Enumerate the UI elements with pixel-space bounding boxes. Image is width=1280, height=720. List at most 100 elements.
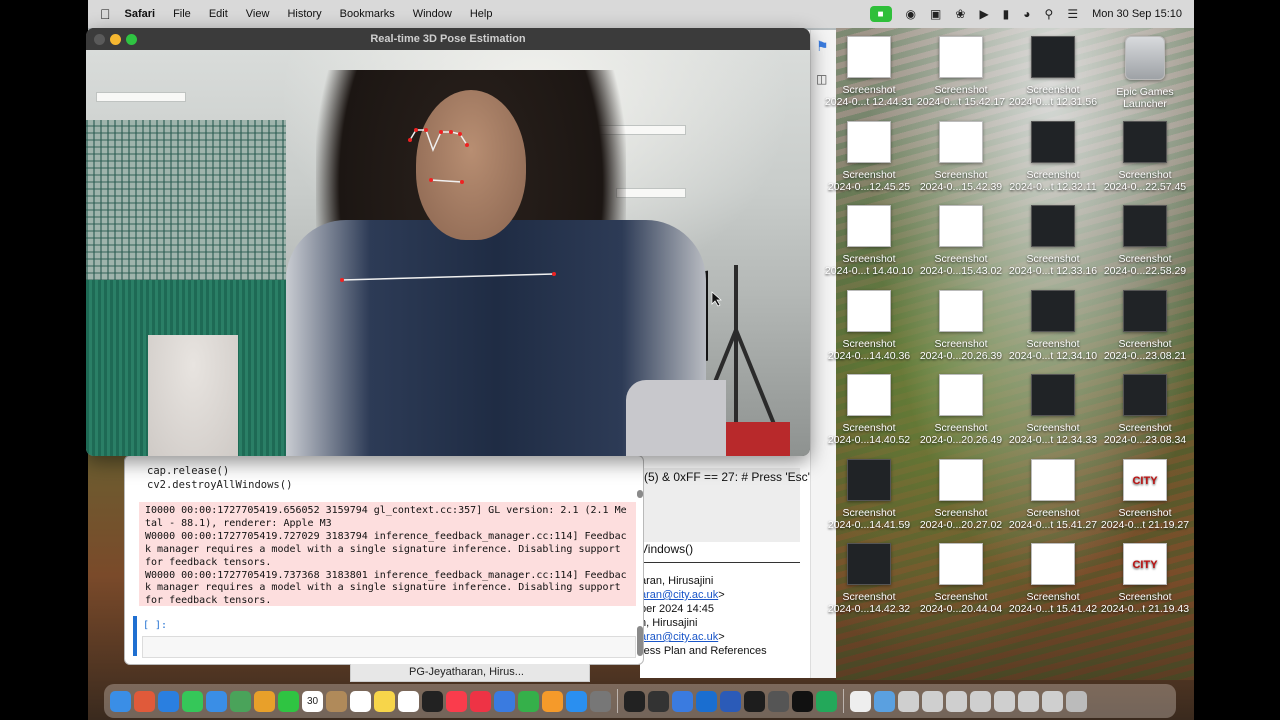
active-cell-indicator: [133, 616, 137, 656]
dock-app-photos-icon[interactable]: [254, 690, 275, 712]
dock-app-folder-icon[interactable]: [946, 690, 967, 712]
dock-app-music-icon[interactable]: [446, 690, 467, 712]
dock-app-circle-icon[interactable]: [816, 690, 837, 712]
desktop-file-icon[interactable]: Screenshot 2024-0...12.45.25: [822, 120, 916, 193]
dock-app-reminders-icon[interactable]: [350, 690, 371, 712]
dock-app-system-settings-icon[interactable]: [590, 690, 611, 712]
dock-app-bin-icon[interactable]: [1066, 690, 1087, 712]
menu-history[interactable]: History: [287, 8, 321, 20]
menu-bookmarks[interactable]: Bookmarks: [340, 8, 395, 20]
zoom-button[interactable]: [126, 34, 137, 45]
dock-app-pages-icon[interactable]: [542, 690, 563, 712]
dock-app-maps-icon[interactable]: [230, 690, 251, 712]
dock-app-folder-icon[interactable]: [970, 690, 991, 712]
desktop-file-icon[interactable]: Screenshot 2024-0...23.08.34: [1098, 374, 1192, 446]
desktop-file-icon[interactable]: Screenshot 2024-0...22.58.29: [1098, 205, 1192, 277]
file-thumbnail: [1031, 120, 1075, 163]
dock-app-app-store-icon[interactable]: [566, 690, 587, 712]
menu-app-name[interactable]: Safari: [125, 8, 156, 20]
dock-app-contacts-icon[interactable]: [326, 690, 347, 712]
dock-app-calendar-icon[interactable]: 30: [302, 690, 323, 712]
dock-app-epic-games-icon[interactable]: [792, 690, 813, 712]
desktop-file-icon[interactable]: Screenshot 2024-0...23.08.21: [1098, 289, 1192, 362]
menu-help[interactable]: Help: [470, 8, 493, 20]
menu-window[interactable]: Window: [413, 8, 452, 20]
desktop-file-icon[interactable]: Screenshot 2024-0...t 12.44.31: [822, 36, 916, 108]
window-tab-label[interactable]: PG-Jeyatharan, Hirus...: [350, 664, 590, 682]
desktop-file-icon[interactable]: Screenshot 2024-0...14.40.36: [822, 289, 916, 362]
email-link[interactable]: aran@city.ac.uk: [640, 631, 718, 643]
apple-menu-icon[interactable]: : [100, 6, 111, 22]
minimize-button[interactable]: [110, 34, 121, 45]
desktop-file-icon[interactable]: Screenshot 2024-0...20.26.39: [914, 289, 1008, 362]
menu-file[interactable]: File: [173, 8, 191, 20]
desktop-file-icon[interactable]: Screenshot 2024-0...14.42.32: [822, 543, 916, 615]
dock-app-code-icon[interactable]: [744, 690, 765, 712]
dock-app-keynote-icon[interactable]: [494, 690, 515, 712]
dock-app-folder-icon[interactable]: [1042, 690, 1063, 712]
shoulder-line: [341, 273, 555, 281]
dock-app-outlook-icon[interactable]: [696, 690, 717, 712]
dock-app-terminal-icon[interactable]: [624, 690, 645, 712]
screenshot-icon[interactable]: ▣: [930, 7, 941, 21]
dock-app-folder-icon[interactable]: [922, 690, 943, 712]
dock-app-numbers-icon[interactable]: [518, 690, 539, 712]
camera-indicator-icon[interactable]: ■: [869, 6, 892, 22]
desktop-file-icon[interactable]: CITY Screenshot 2024-0...t 21.19.27: [1098, 458, 1192, 531]
desktop-file-icon[interactable]: Screenshot 2024-0...14.40.52: [822, 374, 916, 446]
desktop-file-icon[interactable]: Screenshot 2024-0...t 14.40.10: [822, 205, 916, 277]
dock-app-folder-icon[interactable]: [898, 690, 919, 712]
desktop-file-icon[interactable]: Screenshot 2024-0...t 12.32.11: [1006, 120, 1100, 193]
scrollbar-thumb[interactable]: [637, 490, 643, 498]
scrollbar-thumb[interactable]: [637, 626, 643, 656]
desktop-file-icon[interactable]: Screenshot 2024-0...14.41.59: [822, 458, 916, 531]
menu-datetime[interactable]: Mon 30 Sep 15:10: [1092, 8, 1182, 20]
dock-app-unity-icon[interactable]: [648, 690, 669, 712]
dock-app-word-icon[interactable]: [720, 690, 741, 712]
desktop-file-icon[interactable]: Screenshot 2024-0...t 12.34.10: [1006, 289, 1100, 362]
dock-app-freeform-icon[interactable]: [398, 690, 419, 712]
menu-view[interactable]: View: [246, 8, 270, 20]
desktop-file-icon[interactable]: CITY Screenshot 2024-0...t 21.19.43: [1098, 543, 1192, 615]
desktop-file-icon[interactable]: Screenshot 2024-0...15.43.02: [914, 205, 1008, 277]
desktop-file-icon[interactable]: Screenshot 2024-0...t 12.34.33: [1006, 374, 1100, 446]
dock-app-downloads-icon[interactable]: [874, 690, 895, 712]
battery-icon[interactable]: ▮: [1003, 7, 1010, 21]
dock-app-folder-icon[interactable]: [1018, 690, 1039, 712]
dock-app-document-icon[interactable]: [850, 690, 871, 712]
search-icon[interactable]: ⚲: [1045, 7, 1054, 21]
control-center-icon[interactable]: ☰: [1067, 7, 1078, 21]
desktop-file-icon[interactable]: Screenshot 2024-0...15.42.39: [914, 120, 1008, 193]
dock-app-launchpad-icon[interactable]: [134, 690, 155, 712]
dock-app-facetime-icon[interactable]: [278, 690, 299, 712]
wifi-icon[interactable]: ◕: [1023, 7, 1030, 21]
desktop-file-icon[interactable]: Screenshot 2024-0...20.26.49: [914, 374, 1008, 446]
desktop-file-icon[interactable]: Screenshot 2024-0...t 15.41.27: [1006, 458, 1100, 531]
dock-app-xcode-icon[interactable]: [672, 690, 693, 712]
desktop-file-icon[interactable]: Screenshot 2024-0...20.44.04: [914, 543, 1008, 615]
dock-app-messages-icon[interactable]: [182, 690, 203, 712]
email-link[interactable]: aran@city.ac.uk: [640, 589, 718, 601]
record-icon[interactable]: ◉: [906, 7, 916, 21]
desktop-file-icon[interactable]: Screenshot 2024-0...20.27.02: [914, 458, 1008, 531]
desktop-file-icon[interactable]: Screenshot 2024-0...22.57.45: [1098, 120, 1192, 193]
dock-app-tv-icon[interactable]: [422, 690, 443, 712]
share-icon[interactable]: ❀: [955, 7, 965, 21]
dock-app-finder-icon[interactable]: [110, 690, 131, 712]
desktop-file-icon[interactable]: Epic Games Launcher: [1098, 36, 1192, 110]
dock-app-notes-icon[interactable]: [374, 690, 395, 712]
dock-app-folder-icon[interactable]: [994, 690, 1015, 712]
desktop-file-icon[interactable]: Screenshot 2024-0...t 12.33.16: [1006, 205, 1100, 277]
empty-cell-input[interactable]: [142, 636, 636, 658]
code-cell[interactable]: cap.release() cv2.destroyAllWindows(): [147, 464, 292, 492]
play-icon[interactable]: ▶: [979, 7, 988, 21]
dock-app-safari-icon[interactable]: [158, 690, 179, 712]
close-button[interactable]: [94, 34, 105, 45]
dock-app-mail-icon[interactable]: [206, 690, 227, 712]
dock-app-news-icon[interactable]: [470, 690, 491, 712]
desktop-file-icon[interactable]: Screenshot 2024-0...t 15.41.42: [1006, 543, 1100, 615]
dock-app-sublime-icon[interactable]: [768, 690, 789, 712]
desktop-file-icon[interactable]: Screenshot 2024-0...t 15.42.17: [914, 36, 1008, 108]
menu-edit[interactable]: Edit: [209, 8, 228, 20]
desktop-file-icon[interactable]: Screenshot 2024-0...t 12.31.56: [1006, 36, 1100, 108]
